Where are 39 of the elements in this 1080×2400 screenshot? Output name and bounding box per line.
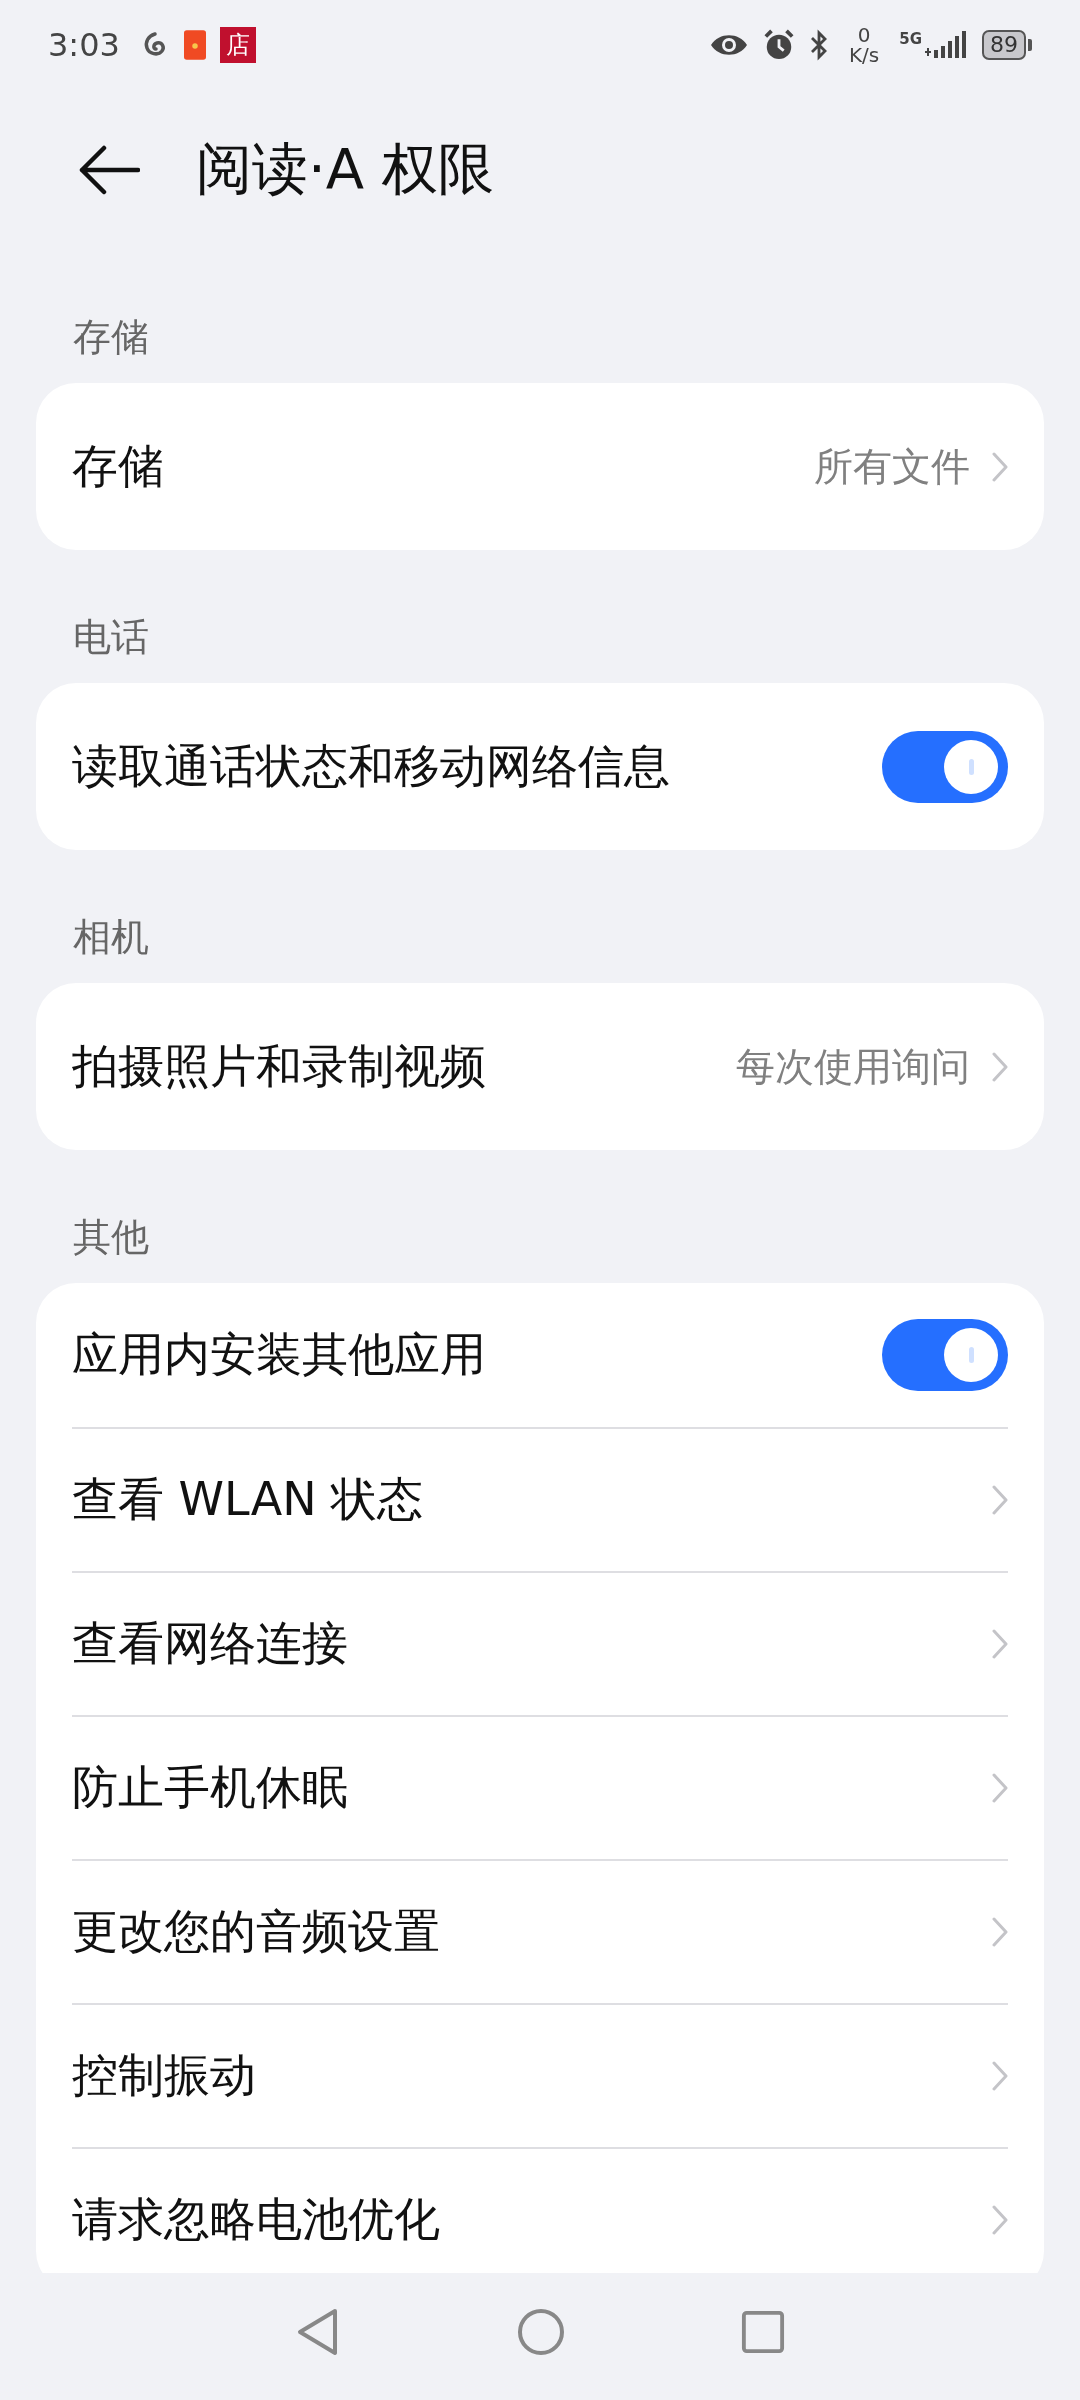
section-title: 电话	[72, 614, 150, 661]
envelope-icon	[183, 30, 206, 60]
permission-value: 每次使用询问	[736, 1042, 970, 1091]
status-time: 3:03	[48, 26, 120, 64]
chevron-icon[interactable]	[992, 1773, 1008, 1803]
permission-label[interactable]: 查看 WLAN 状态	[72, 1469, 992, 1531]
section-title: 其他	[72, 1214, 150, 1261]
section-title: 相机	[72, 914, 150, 961]
chevron-icon[interactable]	[992, 2061, 1008, 2091]
net-speed-value: 0	[857, 25, 871, 45]
eye-icon	[708, 32, 749, 58]
store-badge: 店	[219, 27, 256, 63]
chevron-icon[interactable]	[992, 1485, 1008, 1515]
chevron-icon[interactable]	[992, 1629, 1008, 1659]
permission-label[interactable]: 存储	[72, 435, 814, 498]
signal-icon	[924, 30, 968, 60]
net-speed-unit: K/s	[848, 45, 880, 65]
permission-label[interactable]: 请求忽略电池优化	[72, 2189, 992, 2251]
permission-label[interactable]: 查看网络连接	[72, 1613, 992, 1675]
alarm-icon	[762, 29, 795, 61]
chevron-icon[interactable]	[992, 1917, 1008, 1947]
chevron-icon[interactable]	[992, 451, 1008, 482]
back-icon[interactable]	[78, 145, 140, 195]
bluetooth-icon	[808, 29, 829, 61]
permission-label[interactable]: 应用内安装其他应用	[72, 1324, 882, 1386]
chevron-icon[interactable]	[992, 2205, 1008, 2235]
permission-label[interactable]: 防止手机休眠	[72, 1757, 992, 1819]
home-nav-icon[interactable]	[516, 2306, 566, 2357]
network-type: 5G	[899, 30, 922, 48]
permission-label[interactable]: 控制振动	[72, 2045, 992, 2107]
chevron-icon[interactable]	[992, 1051, 1008, 1082]
battery-indicator: 89	[982, 30, 1026, 60]
permission-value: 所有文件	[814, 442, 970, 491]
page-title: 阅读·A 权限	[196, 135, 494, 203]
recents-nav-icon[interactable]	[741, 2309, 785, 2354]
permission-label[interactable]: 读取通话状态和移动网络信息	[72, 735, 882, 798]
permission-label[interactable]: 更改您的音频设置	[72, 1901, 992, 1963]
section-title: 存储	[72, 314, 150, 361]
permission-label[interactable]: 拍摄照片和录制视频	[72, 1035, 736, 1098]
